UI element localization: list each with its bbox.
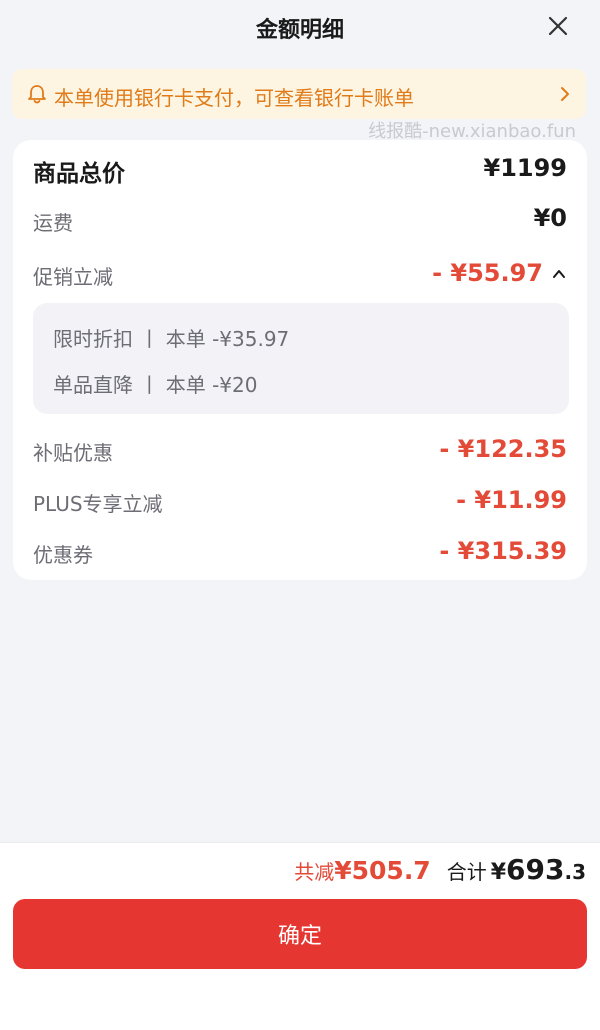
coupon-label: 优惠券 xyxy=(33,543,93,567)
notice-text: 本单使用银行卡支付，可查看银行卡账单 xyxy=(54,86,414,110)
chevron-right-icon xyxy=(561,87,569,101)
total-price-value: ¥1199 xyxy=(483,154,568,182)
promo-item-direct-drop: 单品直降 丨 本单 -¥20 xyxy=(53,373,258,397)
close-icon[interactable] xyxy=(540,10,574,44)
order-summary: 共减¥505.7 合计 ¥693.3 xyxy=(294,853,586,886)
footer-bar: 共减¥505.7 合计 ¥693.3 确定 xyxy=(0,842,600,1030)
page-title: 金额明细 xyxy=(255,18,344,43)
confirm-button[interactable]: 确定 xyxy=(13,899,587,969)
chevron-up-icon[interactable] xyxy=(551,266,567,282)
bank-card-notice[interactable]: 本单使用银行卡支付，可查看银行卡账单 xyxy=(12,69,586,119)
amount-details-card: 商品总价 ¥1199 运费 ¥0 促销立减 - ¥55.97 限时折扣 丨 本单… xyxy=(13,140,587,580)
total-integer: 693 xyxy=(506,853,565,886)
total-price-label: 商品总价 xyxy=(33,161,125,187)
bell-icon xyxy=(28,85,46,104)
promo-value[interactable]: - ¥55.97 xyxy=(432,259,543,287)
plus-value: - ¥11.99 xyxy=(456,486,567,514)
promo-breakdown: 限时折扣 丨 本单 -¥35.97 单品直降 丨 本单 -¥20 xyxy=(33,303,569,414)
subsidy-label: 补贴优惠 xyxy=(33,441,113,465)
total-currency: ¥ xyxy=(490,860,507,885)
shipping-label: 运费 xyxy=(33,211,73,235)
saved-label: 共减 xyxy=(294,860,335,884)
header: 金额明细 xyxy=(0,0,600,56)
plus-label: PLUS专享立减 xyxy=(33,492,163,516)
saved-value: ¥505.7 xyxy=(334,856,431,885)
shipping-value: ¥0 xyxy=(533,204,567,232)
total-label: 合计 xyxy=(446,860,487,884)
coupon-value: - ¥315.39 xyxy=(439,537,567,565)
promo-item-limited-discount: 限时折扣 丨 本单 -¥35.97 xyxy=(53,327,290,351)
promo-label: 促销立减 xyxy=(33,265,113,289)
total-decimal: .3 xyxy=(564,860,586,884)
subsidy-value: - ¥122.35 xyxy=(439,435,567,463)
